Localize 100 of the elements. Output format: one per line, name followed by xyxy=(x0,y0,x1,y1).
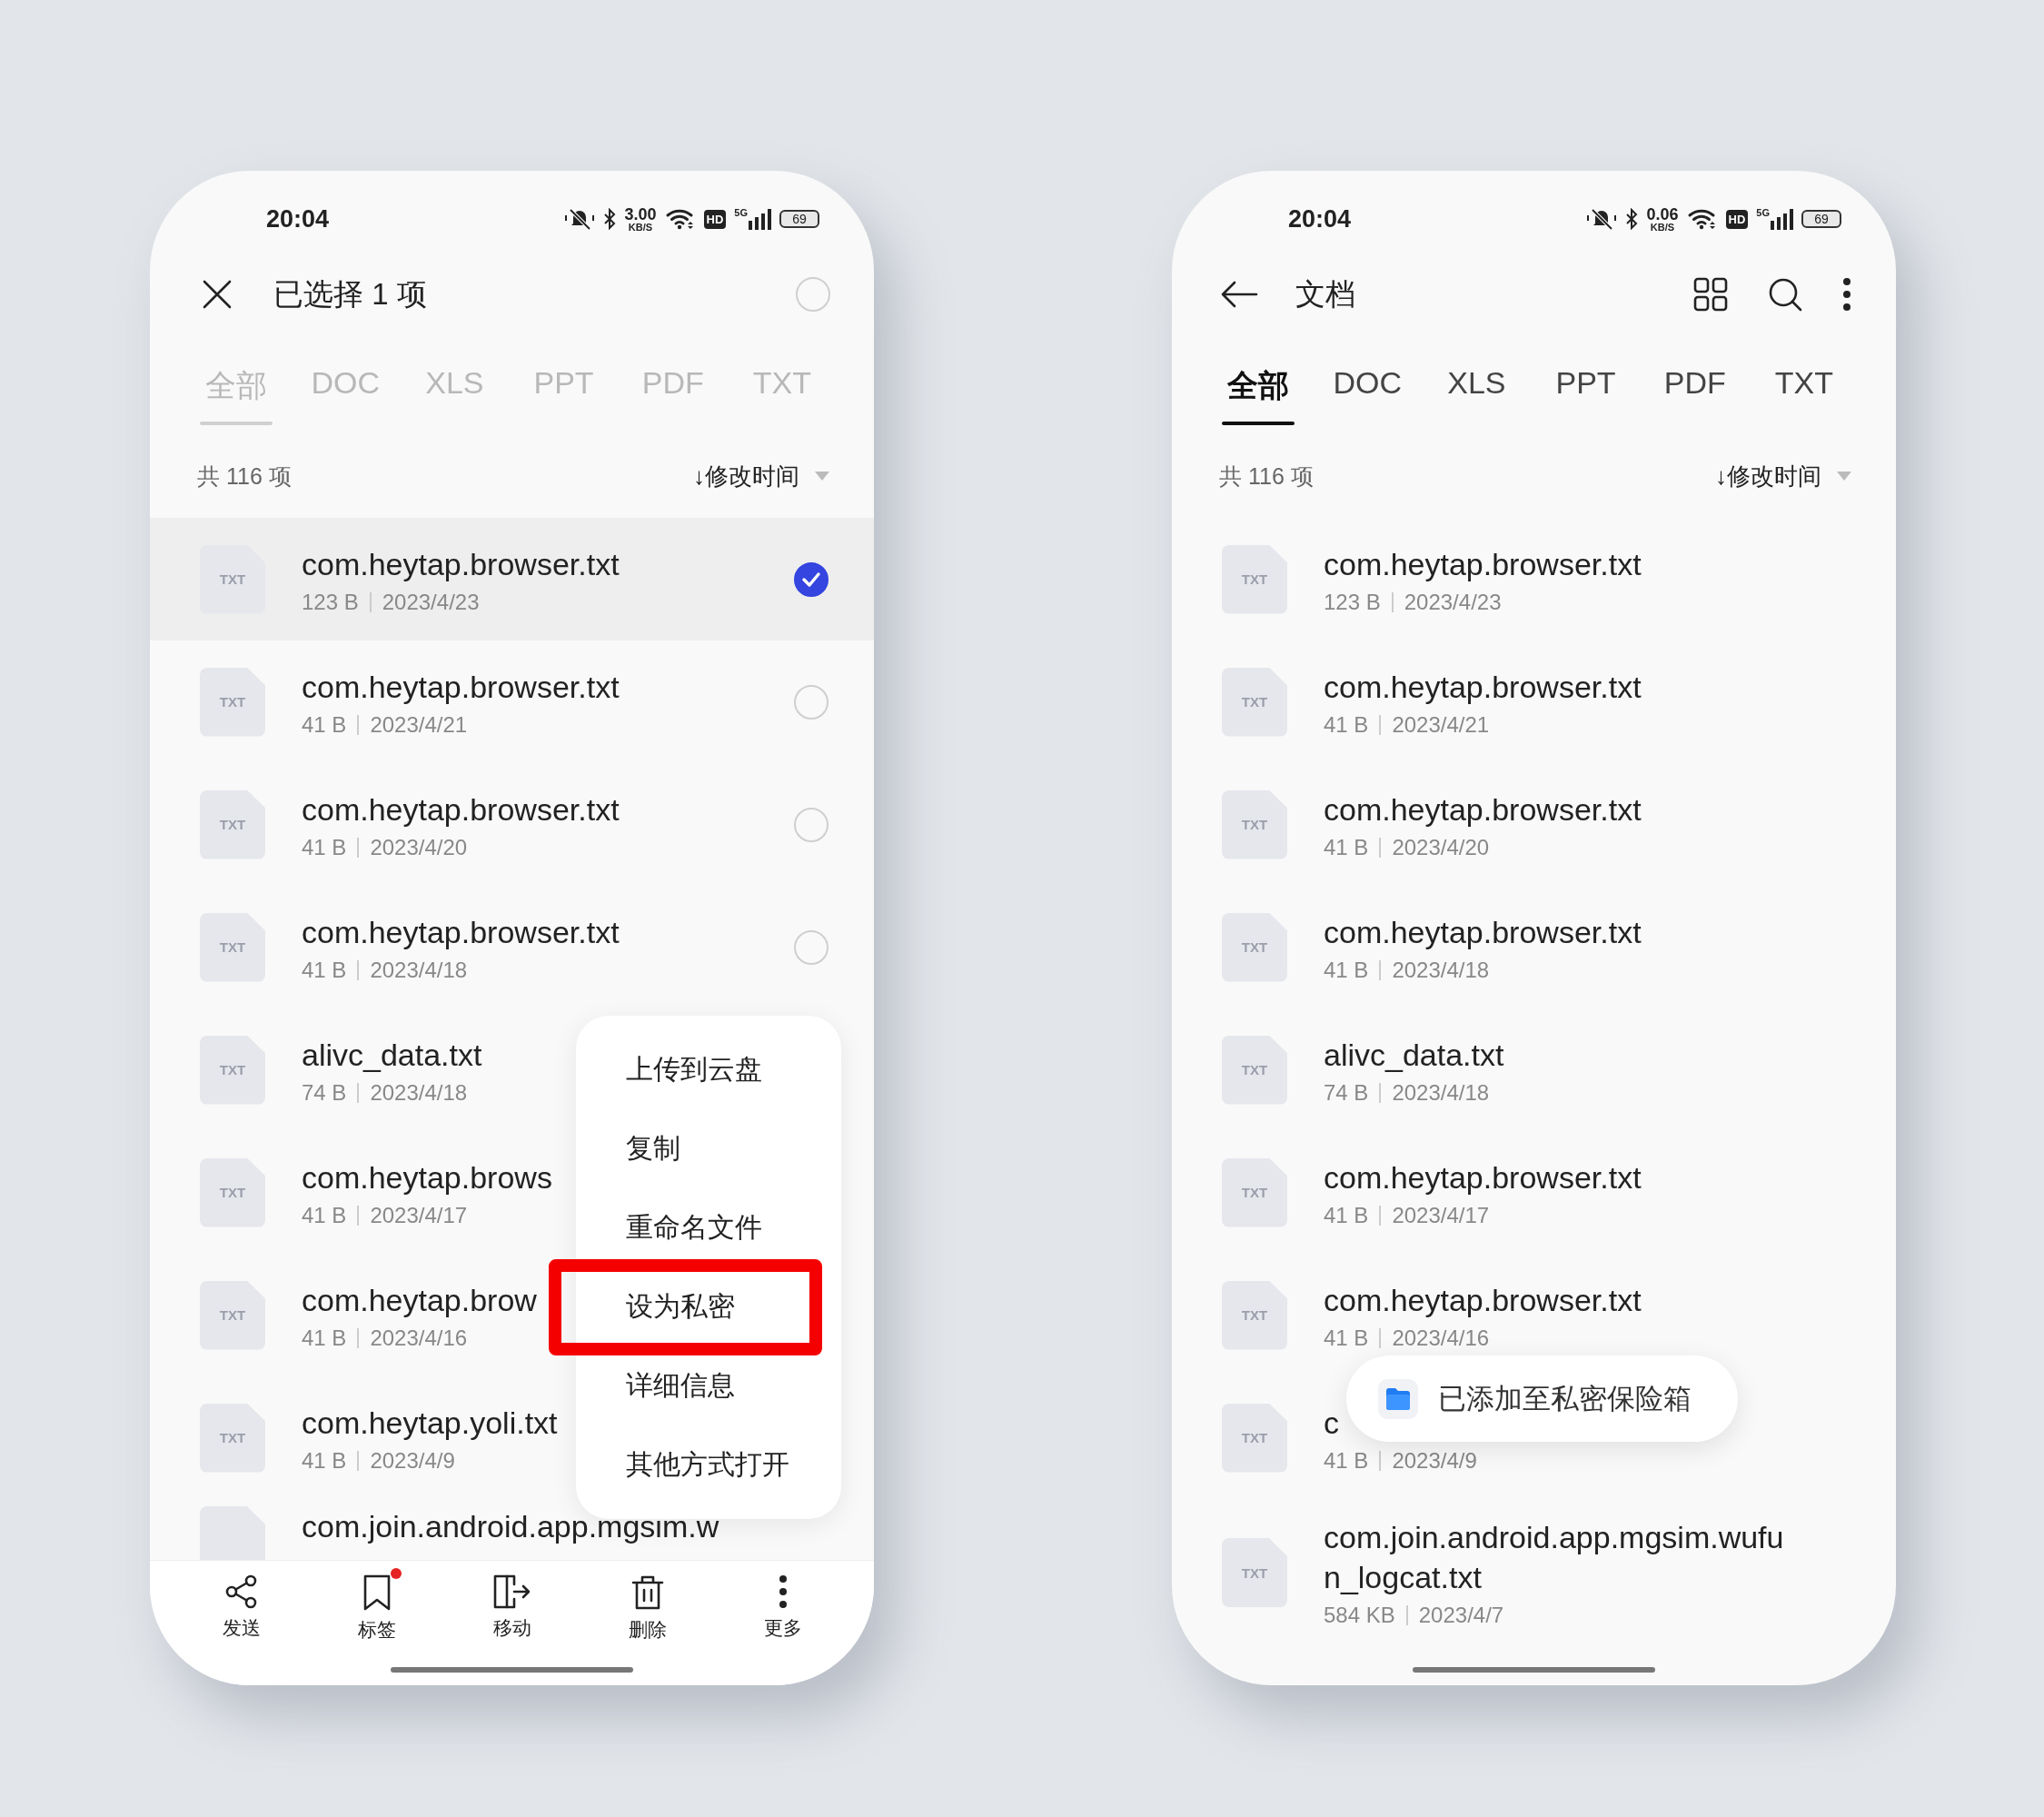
more-icon xyxy=(777,1574,789,1610)
file-date: 2023/4/7 xyxy=(1418,1603,1504,1628)
sort-label[interactable]: ↓修改时间 xyxy=(693,460,799,492)
more-icon[interactable] xyxy=(1841,276,1852,313)
file-size: 41 B xyxy=(302,1447,347,1474)
mute-bell-icon xyxy=(564,207,596,231)
toolbar-label: 移动 xyxy=(492,1616,531,1640)
tab[interactable]: DOC xyxy=(1331,365,1404,419)
toolbar-label: 更多 xyxy=(763,1616,802,1640)
toolbar-button[interactable]: 发送 xyxy=(174,1563,309,1685)
grid-view-icon[interactable] xyxy=(1692,276,1729,313)
file-date: 2023/4/17 xyxy=(370,1202,468,1228)
select-all-checkbox[interactable] xyxy=(796,277,830,312)
file-size: 41 B xyxy=(302,1325,347,1351)
menu-item[interactable]: 详细信息 xyxy=(576,1346,841,1425)
tab[interactable]: TXT xyxy=(1767,365,1841,419)
file-size: 41 B xyxy=(1324,1325,1369,1351)
dropdown-caret-icon[interactable] xyxy=(814,471,830,482)
item-count: 共 116 项 xyxy=(197,462,292,491)
file-type-label: TXT xyxy=(219,1307,246,1323)
file-size: 74 B xyxy=(1324,1079,1369,1106)
file-type-label: TXT xyxy=(1241,1564,1268,1581)
menu-item[interactable]: 重命名文件 xyxy=(576,1188,841,1267)
file-row[interactable]: TXT com.heytap.browser.txt 123 B 2023/4/23 xyxy=(150,518,874,640)
file-name: com.heytap.browser.txt xyxy=(1324,1158,1642,1196)
file-name: com.heytap.brows xyxy=(302,1158,552,1196)
file-type-label: TXT xyxy=(219,571,246,587)
toolbar-button[interactable]: 删除 xyxy=(580,1563,715,1685)
hd-indicator: HD xyxy=(1725,209,1749,229)
toolbar-label: 发送 xyxy=(222,1616,261,1640)
file-type-label: TXT xyxy=(219,694,246,710)
item-count: 共 116 项 xyxy=(1219,462,1314,491)
file-date: 2023/4/20 xyxy=(1392,834,1490,860)
file-type-label: TXT xyxy=(1241,817,1268,832)
battery-level: 69 xyxy=(792,213,807,225)
wifi-icon xyxy=(664,207,696,231)
home-indicator[interactable] xyxy=(391,1667,633,1673)
file-date: 2023/4/23 xyxy=(1404,589,1502,615)
file-size: 41 B xyxy=(302,834,347,860)
file-date: 2023/4/16 xyxy=(1392,1325,1490,1351)
file-date: 2023/4/9 xyxy=(370,1447,455,1474)
bluetooth-icon xyxy=(603,208,617,230)
dropdown-caret-icon[interactable] xyxy=(1836,471,1852,482)
file-size: 41 B xyxy=(302,711,347,738)
file-type-label: TXT xyxy=(219,1062,246,1077)
search-icon[interactable] xyxy=(1767,276,1803,313)
menu-item[interactable]: 其他方式打开 xyxy=(576,1425,841,1504)
toast-text: 已添加至私密保险箱 xyxy=(1438,1381,1692,1416)
battery-level: 69 xyxy=(1814,213,1829,225)
file-name: com.join.android.app.mgsim.wufun_logcat.txt xyxy=(1324,1519,1785,1596)
close-icon[interactable] xyxy=(202,279,233,310)
move-icon xyxy=(491,1574,532,1610)
file-type-label: TXT xyxy=(219,1430,246,1445)
menu-item[interactable]: 上传到云盘 xyxy=(576,1030,841,1109)
file-name: com.heytap.browser.txt xyxy=(1324,790,1642,829)
tab[interactable]: XLS xyxy=(1440,365,1513,419)
file-type-label: TXT xyxy=(1241,1430,1268,1445)
bluetooth-icon xyxy=(1625,208,1639,230)
file-name: com.heytap.browser.txt xyxy=(1324,913,1642,951)
tab[interactable]: PDF xyxy=(1658,365,1731,419)
back-arrow-icon[interactable] xyxy=(1220,281,1258,308)
file-size: 41 B xyxy=(1324,957,1369,983)
file-name: com.heytap.browser.txt xyxy=(302,790,620,829)
toolbar-button[interactable]: 移动 xyxy=(444,1563,580,1685)
file-type-label: TXT xyxy=(1241,939,1268,955)
page-title: 已选择 1 项 xyxy=(273,275,428,313)
file-name: com.heytap.brow xyxy=(302,1281,537,1319)
file-size: 41 B xyxy=(1324,834,1369,860)
status-time: 20:04 xyxy=(266,204,330,233)
signal-icon xyxy=(1770,208,1793,230)
file-date: 2023/4/17 xyxy=(1392,1202,1490,1228)
file-type-label: TXT xyxy=(1241,694,1268,710)
mute-bell-icon xyxy=(1586,207,1618,231)
folder-icon xyxy=(1384,1386,1412,1411)
home-indicator[interactable] xyxy=(1413,1667,1655,1673)
network-type: 5G xyxy=(734,208,748,218)
tab[interactable]: PPT xyxy=(1549,365,1622,419)
tab[interactable]: 全部 xyxy=(1222,365,1295,425)
file-date: 2023/4/9 xyxy=(1392,1447,1477,1474)
file-name: com.heytap.yoli.txt xyxy=(302,1404,558,1442)
toolbar-button[interactable]: 更多 xyxy=(715,1563,850,1685)
file-size: 123 B xyxy=(302,589,359,615)
sort-label[interactable]: ↓修改时间 xyxy=(1715,460,1821,492)
checkmark-icon xyxy=(801,571,821,588)
file-name: com.heytap.browser.txt xyxy=(302,545,620,583)
file-type-label: TXT xyxy=(219,1185,246,1200)
checkbox[interactable] xyxy=(794,561,829,597)
file-date: 2023/4/23 xyxy=(382,589,480,615)
signal-icon xyxy=(748,208,771,230)
file-type-label: TXT xyxy=(1241,1307,1268,1323)
file-name: com.join.android.app.mgsim.w xyxy=(302,1508,719,1545)
menu-item[interactable]: 复制 xyxy=(576,1109,841,1188)
file-type-label: TXT xyxy=(1241,1185,1268,1200)
status-time: 20:04 xyxy=(1288,204,1352,233)
toolbar-label: 标签 xyxy=(357,1618,396,1642)
file-date: 2023/4/18 xyxy=(370,1079,468,1106)
file-type-label: TXT xyxy=(1241,571,1268,587)
file-name: com.heytap.browser.txt xyxy=(302,668,620,706)
file-name: com.heytap.browser.txt xyxy=(302,913,620,951)
menu-item[interactable]: 设为私密 xyxy=(576,1267,841,1346)
